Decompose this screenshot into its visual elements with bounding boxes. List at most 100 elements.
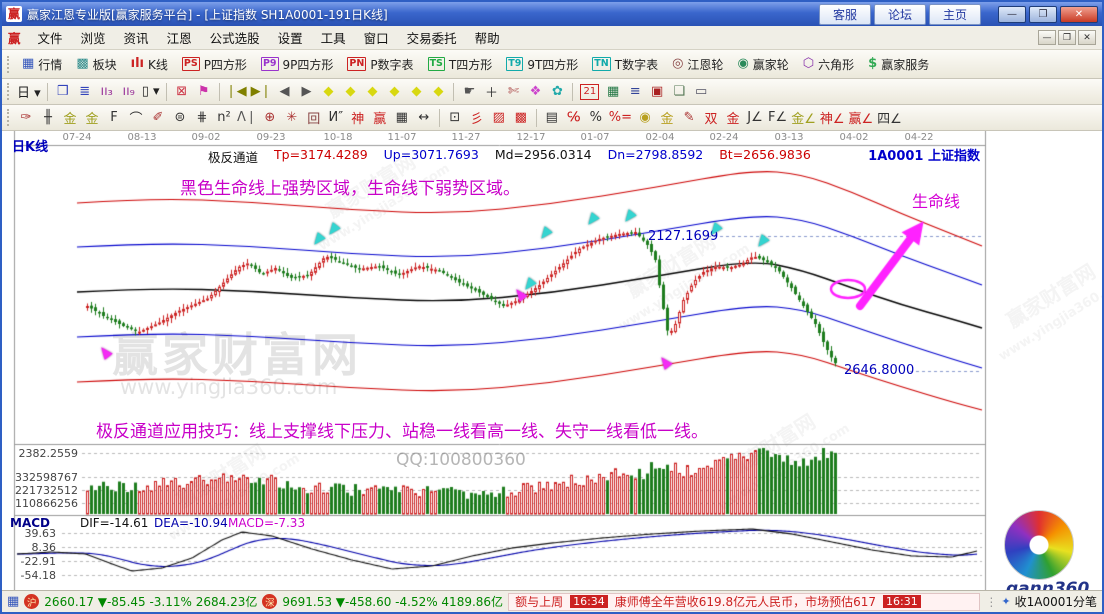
ray-star-icon[interactable]: ✳ <box>281 108 303 128</box>
toolbar-9p-square[interactable]: P99P四方形 <box>254 54 340 75</box>
toolbar-hexagon[interactable]: ⬡六角形 <box>796 54 861 75</box>
diamond-zoom-in-icon[interactable]: ◆ <box>405 82 427 102</box>
restore-button[interactable]: ❐ <box>1029 6 1057 23</box>
span-measure-icon[interactable]: ↔ <box>413 108 435 128</box>
f-levels-icon[interactable]: F <box>103 108 125 128</box>
mdi-restore-button[interactable]: ❐ <box>1058 30 1076 45</box>
gold-levels-icon[interactable]: 金 <box>656 108 678 128</box>
pane-tab-daily-kline[interactable]: 日K线 <box>12 136 48 155</box>
angle-pen-icon[interactable]: ✎ <box>678 108 700 128</box>
diamond-compress-icon[interactable]: ◆ <box>383 82 405 102</box>
jump-last-icon[interactable]: ▶❘ <box>249 82 274 102</box>
angle-gold-icon[interactable]: 金∠ <box>789 108 818 128</box>
calendar-21-icon[interactable]: 21 <box>580 84 599 100</box>
rail-lines-icon[interactable]: ╫ <box>37 108 59 128</box>
double-angle-icon[interactable]: 双 <box>700 108 722 128</box>
price-ladder-icon[interactable]: ▤ <box>541 108 563 128</box>
diamond-expand-icon[interactable]: ◆ <box>361 82 383 102</box>
flag-marker-icon[interactable]: ⚑ <box>193 82 215 102</box>
gold-section-b-icon[interactable]: 金 <box>81 108 103 128</box>
angle-shen-icon[interactable]: 神∠ <box>818 108 847 128</box>
print-icon[interactable]: ▭ <box>690 82 712 102</box>
news-ticker[interactable]: 额与上周 16:34 康师傅全年营收619.8亿元人民币，市场预估617 16:… <box>508 593 980 611</box>
menu-交易委托[interactable]: 交易委托 <box>398 26 466 49</box>
toolbar-t-number-table[interactable]: TNT数字表 <box>585 54 665 75</box>
close-button[interactable]: ✕ <box>1060 6 1098 23</box>
diamond-shift-left-icon[interactable]: ◆ <box>317 82 339 102</box>
shen-grid-icon[interactable]: 神 <box>347 108 369 128</box>
bars-3-icon[interactable]: ıı₃ <box>96 82 118 102</box>
screenshot-icon[interactable]: ❏ <box>668 82 690 102</box>
trellis-icon[interactable]: ▦ <box>391 108 413 128</box>
step-forward-icon[interactable]: ▶ <box>295 82 317 102</box>
calculator-icon[interactable]: ▦ <box>602 82 624 102</box>
period-day-selector-icon[interactable]: 日 ▾ <box>15 82 43 102</box>
toolbar-quotes[interactable]: ▦行情 <box>15 54 69 75</box>
magenta-shape-tool-icon[interactable]: ❖ <box>524 82 546 102</box>
market-grid-icon[interactable]: ▦ <box>7 594 19 609</box>
grid-fan-icon[interactable]: ▩ <box>510 108 532 128</box>
angle-f-icon[interactable]: F∠ <box>766 108 789 128</box>
marker-pen-icon[interactable]: ✐ <box>147 108 169 128</box>
support-button[interactable]: 客服 <box>819 4 871 25</box>
percent-retrace-icon[interactable]: ℅ <box>563 108 585 128</box>
diamond-zoom-out-icon[interactable]: ◆ <box>427 82 449 102</box>
feed-label[interactable]: 收1A0001分笔 <box>1015 593 1097 610</box>
arc-tool-icon[interactable]: ⌒ <box>125 108 147 128</box>
angle-j-icon[interactable]: J∠ <box>744 108 766 128</box>
info-panel-icon[interactable]: ≣ <box>74 82 96 102</box>
mdi-close-button[interactable]: ✕ <box>1078 30 1096 45</box>
diamond-shift-right-icon[interactable]: ◆ <box>339 82 361 102</box>
mdi-minimize-button[interactable]: — <box>1038 30 1056 45</box>
save-icon[interactable]: ▣ <box>646 82 668 102</box>
crosshair-tool-icon[interactable]: ＋ <box>480 82 502 102</box>
candle-style-selector-icon[interactable]: ▯ ▾ <box>140 82 162 102</box>
angle-ying-icon[interactable]: 赢∠ <box>847 108 876 128</box>
n-square-icon[interactable]: n² <box>213 108 235 128</box>
box-levels-icon[interactable]: ⊡ <box>444 108 466 128</box>
percent-tool-icon[interactable]: % <box>585 108 607 128</box>
step-back-icon[interactable]: ◀ <box>273 82 295 102</box>
gann-circle-icon[interactable]: ⊜ <box>169 108 191 128</box>
toolbar-9t-square[interactable]: T99T四方形 <box>499 54 585 75</box>
toolbar-p-square[interactable]: PSP四方形 <box>175 54 254 75</box>
shanghai-quote[interactable]: 2660.17 ▼-85.45 -3.11% 2684.23亿 <box>44 593 257 610</box>
ying-grid-icon[interactable]: 赢 <box>369 108 391 128</box>
notepad-icon[interactable]: ≡ <box>624 82 646 102</box>
shade-fan-icon[interactable]: ▨ <box>488 108 510 128</box>
gold-box-icon[interactable]: 金 <box>722 108 744 128</box>
menu-设置[interactable]: 设置 <box>269 26 312 49</box>
bars-9-icon[interactable]: ıı₉ <box>118 82 140 102</box>
toolbar-sectors[interactable]: ▩板块 <box>69 54 123 75</box>
menu-文件[interactable]: 文件 <box>29 26 72 49</box>
hand-tool-icon[interactable]: ☛ <box>458 82 480 102</box>
gann-box-toggle-icon[interactable]: ⊠ <box>171 82 193 102</box>
ray-fan-icon[interactable]: 彡 <box>466 108 488 128</box>
gold-section-a-icon[interactable]: 金 <box>59 108 81 128</box>
menu-公式选股[interactable]: 公式选股 <box>201 26 269 49</box>
knife-tool-icon[interactable]: ✑ <box>15 108 37 128</box>
forum-button[interactable]: 论坛 <box>874 4 926 25</box>
toolbar-gann-wheel[interactable]: ◎江恩轮 <box>665 54 730 75</box>
circle-cross-icon[interactable]: ⊕ <box>259 108 281 128</box>
menu-窗口[interactable]: 窗口 <box>355 26 398 49</box>
toolbar-t-square[interactable]: TST四方形 <box>421 54 500 75</box>
toolbar-winner-service[interactable]: $赢家服务 <box>861 54 936 75</box>
teal-shape-tool-icon[interactable]: ✿ <box>546 82 568 102</box>
toolbar-kline[interactable]: ılıK线 <box>124 54 175 75</box>
minimize-button[interactable]: — <box>998 6 1026 23</box>
gold-circle-icon[interactable]: ◉ <box>634 108 656 128</box>
menu-资讯[interactable]: 资讯 <box>115 26 158 49</box>
dense-grid-icon[interactable]: ⋕ <box>191 108 213 128</box>
menu-浏览[interactable]: 浏览 <box>72 26 115 49</box>
menu-江恩[interactable]: 江恩 <box>158 26 201 49</box>
menu-工具[interactable]: 工具 <box>312 26 355 49</box>
scissors-tool-icon[interactable]: ✄ <box>502 82 524 102</box>
menu-帮助[interactable]: 帮助 <box>466 26 509 49</box>
shenzhen-quote[interactable]: 9691.53 ▼-458.60 -4.52% 4189.86亿 <box>282 593 503 610</box>
jump-first-icon[interactable]: ❘◀ <box>224 82 249 102</box>
toolbar-winner-wheel[interactable]: ◉赢家轮 <box>730 54 795 75</box>
window-layout-icon[interactable]: ❒ <box>52 82 74 102</box>
angle-si-icon[interactable]: 四∠ <box>875 108 904 128</box>
mirror-tool-icon[interactable]: Λ❘ <box>235 108 259 128</box>
